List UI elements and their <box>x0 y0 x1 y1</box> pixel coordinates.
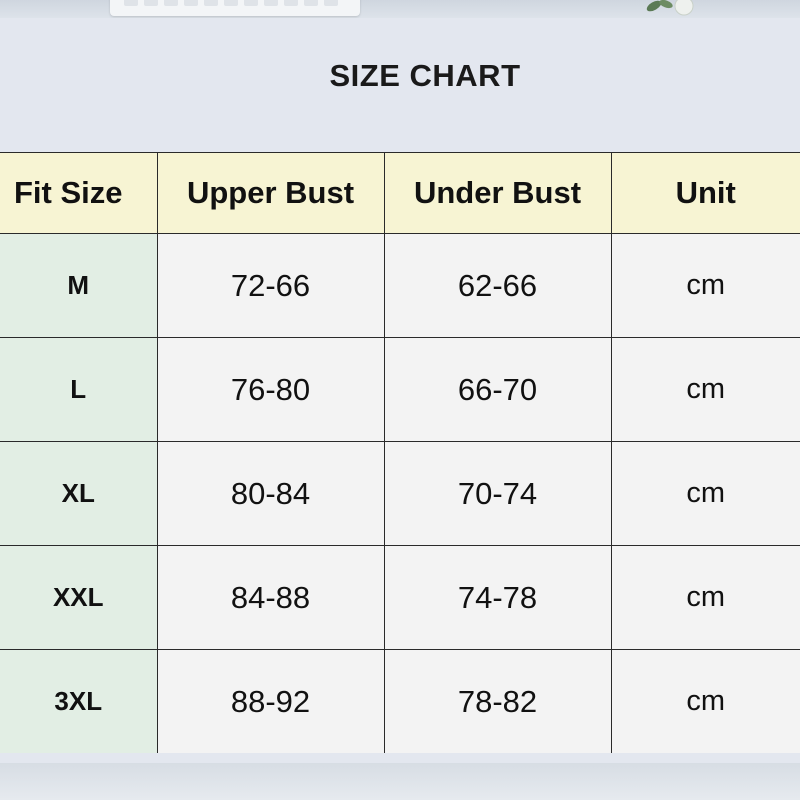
table-row: XXL 84-88 74-78 cm <box>0 545 800 650</box>
unit-cell: cm <box>610 337 800 442</box>
upper-bust-cell: 84-88 <box>156 545 385 650</box>
table-row: XL 80-84 70-74 cm <box>0 441 800 546</box>
size-chart-card: SIZE CHART Fit Size Upper Bust Under Bus… <box>0 18 800 763</box>
under-bust-cell: 66-70 <box>383 337 612 442</box>
upper-bust-cell: 72-66 <box>156 233 385 338</box>
keyboard-image <box>110 0 360 16</box>
unit-cell: cm <box>610 233 800 338</box>
table-header-row: Fit Size Upper Bust Under Bust Unit <box>0 152 800 234</box>
table-row: M 72-66 62-66 cm <box>0 233 800 338</box>
unit-cell: cm <box>610 649 800 753</box>
header-under-bust: Under Bust <box>383 152 612 234</box>
under-bust-cell: 70-74 <box>383 441 612 546</box>
size-cell: XXL <box>0 545 158 650</box>
unit-cell: cm <box>610 441 800 546</box>
size-table: Fit Size Upper Bust Under Bust Unit M 72… <box>0 152 800 753</box>
page-title: SIZE CHART <box>329 58 521 93</box>
upper-bust-cell: 76-80 <box>156 337 385 442</box>
size-cell: 3XL <box>0 649 158 753</box>
size-cell: L <box>0 337 158 442</box>
size-cell: M <box>0 233 158 338</box>
background-photo-bottom <box>0 763 800 800</box>
upper-bust-cell: 88-92 <box>156 649 385 753</box>
header-fit-size: Fit Size <box>0 152 158 234</box>
table-row: 3XL 88-92 78-82 cm <box>0 649 800 753</box>
plant-image <box>646 0 694 16</box>
size-cell: XL <box>0 441 158 546</box>
header-unit: Unit <box>610 152 800 234</box>
background-photo-top <box>0 0 800 18</box>
under-bust-cell: 74-78 <box>383 545 612 650</box>
under-bust-cell: 78-82 <box>383 649 612 753</box>
unit-cell: cm <box>610 545 800 650</box>
upper-bust-cell: 80-84 <box>156 441 385 546</box>
table-row: L 76-80 66-70 cm <box>0 337 800 442</box>
under-bust-cell: 62-66 <box>383 233 612 338</box>
header-upper-bust: Upper Bust <box>156 152 385 234</box>
